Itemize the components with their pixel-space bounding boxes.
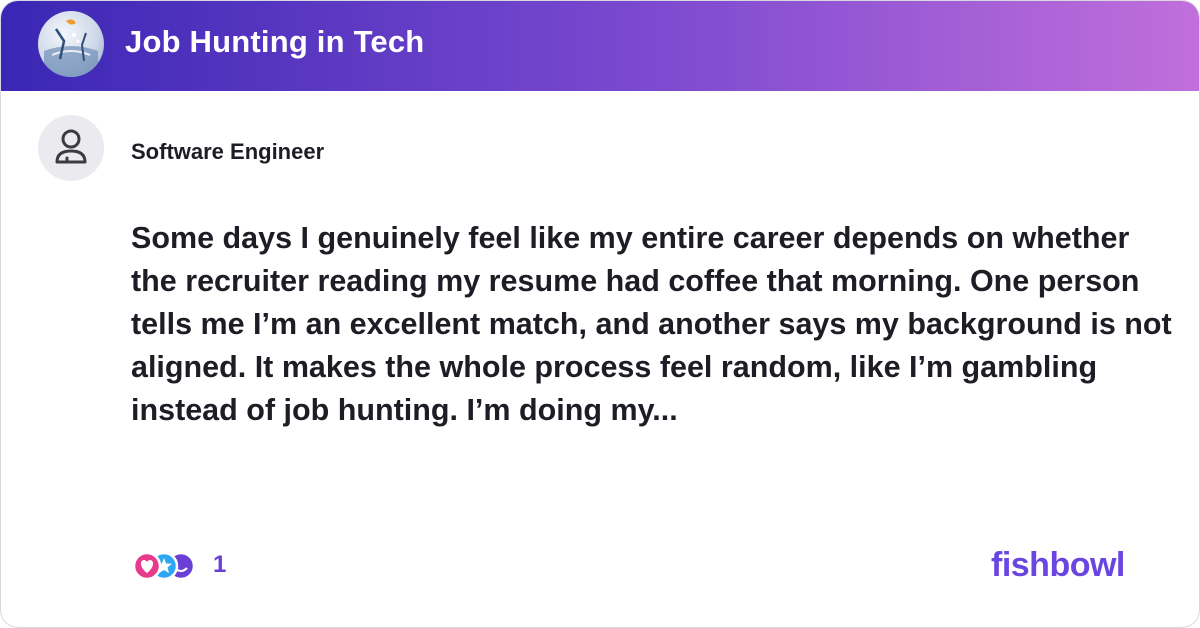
- bowl-title[interactable]: Job Hunting in Tech: [125, 24, 424, 60]
- heart-reaction-icon: [132, 551, 162, 581]
- post-card[interactable]: Job Hunting in Tech Software Engineer So…: [0, 0, 1200, 628]
- fishbowl-logo[interactable]: fishbowl: [991, 546, 1125, 585]
- user-icon: [55, 129, 87, 164]
- bowl-avatar-icon[interactable]: [38, 11, 104, 77]
- reaction-count[interactable]: 1: [213, 551, 226, 579]
- post-body[interactable]: Some days I genuinely feel like my entir…: [131, 217, 1181, 432]
- bowl-header: Job Hunting in Tech: [1, 1, 1199, 91]
- author-name[interactable]: Software Engineer: [131, 139, 324, 165]
- author-avatar[interactable]: [38, 115, 104, 181]
- reaction-icons[interactable]: [131, 549, 201, 583]
